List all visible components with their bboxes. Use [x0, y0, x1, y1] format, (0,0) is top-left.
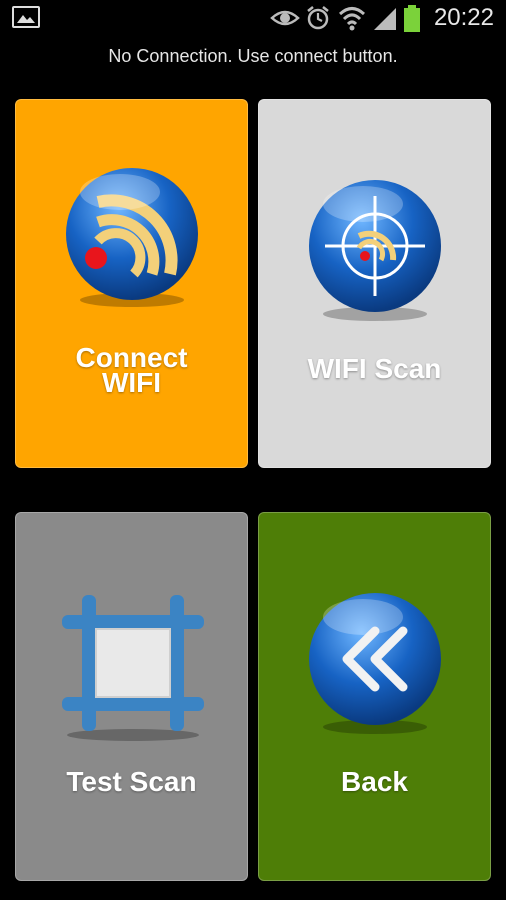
connection-status-message: No Connection. Use connect button.: [108, 46, 398, 66]
wifi-scan-button[interactable]: WIFI Scan: [258, 99, 491, 468]
battery-icon: [404, 5, 420, 32]
wifi-scan-label: WIFI Scan: [307, 353, 442, 384]
rss-wifi-globe-icon: [66, 168, 198, 307]
alarm-icon: [307, 6, 329, 30]
status-time: 20:22: [433, 4, 494, 31]
eye-icon: [270, 10, 300, 26]
frame-square-icon: [62, 595, 204, 741]
wifi-icon: [338, 7, 366, 31]
test-scan-label: Test Scan: [66, 766, 197, 797]
signal-icon: [374, 8, 396, 30]
double-chevron-left-icon: [309, 593, 441, 734]
gallery-icon: [12, 6, 40, 28]
back-button[interactable]: Back: [258, 512, 491, 881]
connect-wifi-button[interactable]: Connect WIFI: [15, 99, 248, 468]
test-scan-button[interactable]: Test Scan: [15, 512, 248, 881]
status-bar: 20:22: [0, 0, 506, 36]
connect-wifi-label: Connect WIFI: [16, 344, 247, 398]
crosshair-globe-icon: [309, 180, 441, 321]
back-label: Back: [341, 766, 408, 797]
connect-wifi-label-line2: WIFI: [101, 367, 162, 398]
